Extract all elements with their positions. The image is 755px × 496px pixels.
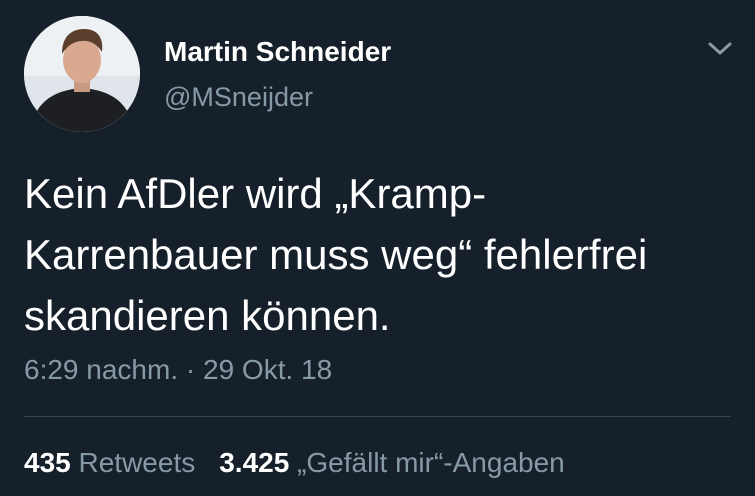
tweet-text: Kein AfDler wird „Kramp- Karrenbauer mus… — [24, 163, 739, 346]
likes-label: „Gefällt mir“-Angaben — [297, 447, 565, 478]
tweet-text-line: Karrenbauer muss weg“ fehlerfrei — [24, 231, 648, 278]
tweet-date: 29 Okt. 18 — [203, 354, 333, 385]
tweet-card: Martin Schneider @MSneijder Kein AfDler … — [0, 0, 755, 496]
author-name[interactable]: Martin Schneider — [164, 36, 391, 68]
retweets-label: Retweets — [78, 447, 196, 478]
chevron-down-icon[interactable] — [704, 36, 736, 60]
divider — [24, 416, 731, 417]
likes-stat[interactable]: 3.425 „Gefällt mir“-Angaben — [219, 447, 565, 478]
tweet-text-line: Kein AfDler wird „Kramp- — [24, 170, 487, 217]
retweets-count: 435 — [24, 447, 71, 478]
separator-dot: · — [185, 354, 196, 385]
author-handle[interactable]: @MSneijder — [164, 82, 313, 113]
tweet-timestamp[interactable]: 6:29 nachm. · 29 Okt. 18 — [24, 354, 332, 386]
avatar-image — [24, 16, 140, 132]
tweet-time: 6:29 nachm. — [24, 354, 179, 385]
tweet-stats: 435 Retweets 3.425 „Gefällt mir“-Angaben — [24, 447, 565, 479]
avatar[interactable] — [24, 16, 140, 132]
tweet-text-line: skandieren können. — [24, 292, 391, 339]
likes-count: 3.425 — [219, 447, 290, 478]
retweets-stat[interactable]: 435 Retweets — [24, 447, 195, 478]
